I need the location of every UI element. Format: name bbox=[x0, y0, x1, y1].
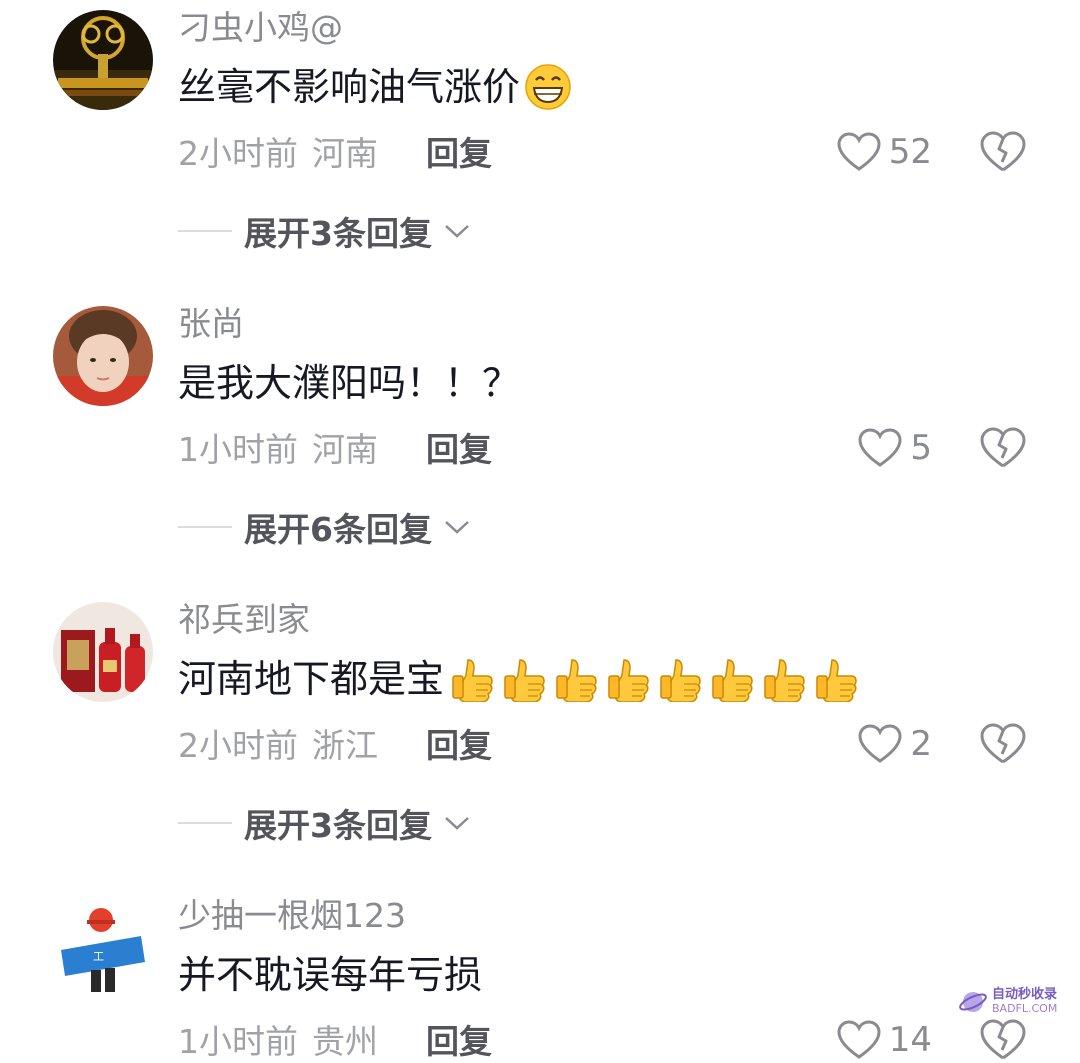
username[interactable]: 少抽一根烟123 bbox=[178, 896, 406, 936]
comment-meta: 1小时前 贵州 回复 bbox=[178, 1016, 492, 1062]
heart-icon bbox=[858, 724, 902, 763]
like-button[interactable]: 5 bbox=[858, 426, 932, 470]
like-button[interactable]: 2 bbox=[858, 722, 932, 766]
thumbs-up-icon bbox=[556, 659, 597, 702]
divider bbox=[178, 230, 232, 232]
comment-text: 是我大濮阳吗！！？ bbox=[178, 361, 521, 405]
comment-meta: 2小时前 河南 回复 bbox=[178, 128, 492, 174]
expand-replies-button[interactable]: 展开3条回复 bbox=[178, 208, 472, 254]
thumbs-up-emoji-group bbox=[444, 656, 860, 702]
region: 河南 bbox=[312, 134, 378, 173]
username[interactable]: 刁虫小鸡@ bbox=[178, 8, 343, 48]
thumbs-up-icon bbox=[452, 659, 493, 702]
region: 贵州 bbox=[312, 1022, 378, 1061]
comment-text: 丝毫不影响油气涨价 bbox=[178, 65, 521, 109]
watermark: 自动秒收录 BADFL.COM bbox=[958, 982, 1068, 1022]
comment-meta: 1小时前 河南 回复 bbox=[178, 424, 492, 470]
chevron-down-icon bbox=[445, 817, 469, 830]
like-button[interactable]: 14 bbox=[837, 1018, 932, 1062]
avatar[interactable]: 工 bbox=[53, 898, 153, 998]
like-count: 52 bbox=[888, 132, 932, 172]
timestamp: 1小时前 bbox=[178, 1022, 298, 1061]
divider bbox=[178, 822, 232, 824]
chevron-down-icon bbox=[445, 521, 469, 534]
reply-button[interactable]: 回复 bbox=[426, 1015, 492, 1063]
avatar[interactable] bbox=[53, 306, 153, 406]
thumbs-up-icon bbox=[816, 659, 857, 702]
timestamp: 2小时前 bbox=[178, 134, 298, 173]
expand-replies-label: 展开3条回复 bbox=[244, 214, 432, 253]
heart-icon bbox=[858, 428, 902, 467]
planet-logo-icon bbox=[959, 992, 987, 1012]
comment-meta: 2小时前 浙江 回复 bbox=[178, 720, 492, 766]
expand-replies-button[interactable]: 展开6条回复 bbox=[178, 504, 472, 550]
thumbs-up-icon bbox=[712, 659, 753, 702]
expand-replies-button[interactable]: 展开3条回复 bbox=[178, 800, 472, 846]
grin-emoji-icon bbox=[525, 64, 571, 110]
thumbs-up-icon bbox=[608, 659, 649, 702]
broken-heart-icon[interactable] bbox=[980, 130, 1026, 174]
thumbs-up-icon bbox=[504, 659, 545, 702]
svg-text:工: 工 bbox=[93, 950, 104, 963]
watermark-line1: 自动秒收录 bbox=[992, 987, 1058, 1002]
expand-replies-label: 展开6条回复 bbox=[244, 510, 432, 549]
like-count: 5 bbox=[910, 428, 932, 468]
comment-text-row: 丝毫不影响油气涨价 bbox=[178, 62, 572, 112]
timestamp: 2小时前 bbox=[178, 726, 298, 765]
expand-replies-label: 展开3条回复 bbox=[244, 806, 432, 845]
heart-icon bbox=[837, 132, 881, 171]
comment-text-row: 是我大濮阳吗！！？ bbox=[178, 358, 520, 408]
comment-item: 工 少抽一根烟123 并不耽误每年亏损 1小时前 贵州 回复 14 bbox=[0, 888, 1080, 1061]
username[interactable]: 张尚 bbox=[178, 304, 244, 344]
broken-heart-icon[interactable] bbox=[980, 426, 1026, 470]
comment-item: 刁虫小鸡@ 丝毫不影响油气涨价 2小时前 河南 回复 52 展开3条回复 bbox=[0, 0, 1080, 296]
broken-heart-icon[interactable] bbox=[980, 1018, 1026, 1062]
comment-text-row: 并不耽误每年亏损 bbox=[178, 950, 482, 1000]
chevron-down-icon bbox=[445, 225, 469, 238]
comment-text: 河南地下都是宝 bbox=[178, 657, 445, 701]
reply-button[interactable]: 回复 bbox=[426, 127, 492, 175]
like-count: 14 bbox=[888, 1020, 932, 1060]
heart-icon bbox=[837, 1020, 881, 1059]
avatar[interactable] bbox=[53, 10, 153, 110]
watermark-line2: BADFL.COM bbox=[992, 1002, 1058, 1015]
reply-button[interactable]: 回复 bbox=[426, 719, 492, 767]
region: 浙江 bbox=[312, 726, 378, 765]
timestamp: 1小时前 bbox=[178, 430, 298, 469]
thumbs-up-icon bbox=[660, 659, 701, 702]
username[interactable]: 祁兵到家 bbox=[178, 600, 310, 640]
avatar[interactable] bbox=[53, 602, 153, 702]
comment-item: 张尚 是我大濮阳吗！！？ 1小时前 河南 回复 5 展开6条回复 bbox=[0, 296, 1080, 592]
comment-text-row: 河南地下都是宝 bbox=[178, 654, 860, 704]
like-count: 2 bbox=[910, 724, 932, 764]
divider bbox=[178, 526, 232, 528]
region: 河南 bbox=[312, 430, 378, 469]
broken-heart-icon[interactable] bbox=[980, 722, 1026, 766]
comment-item: 祁兵到家 河南地下都是宝 2小时前 浙江 回复 2 展开3条回复 bbox=[0, 592, 1080, 888]
thumbs-up-icon bbox=[764, 659, 805, 702]
like-button[interactable]: 52 bbox=[837, 130, 932, 174]
comment-text: 并不耽误每年亏损 bbox=[178, 953, 483, 997]
reply-button[interactable]: 回复 bbox=[426, 423, 492, 471]
